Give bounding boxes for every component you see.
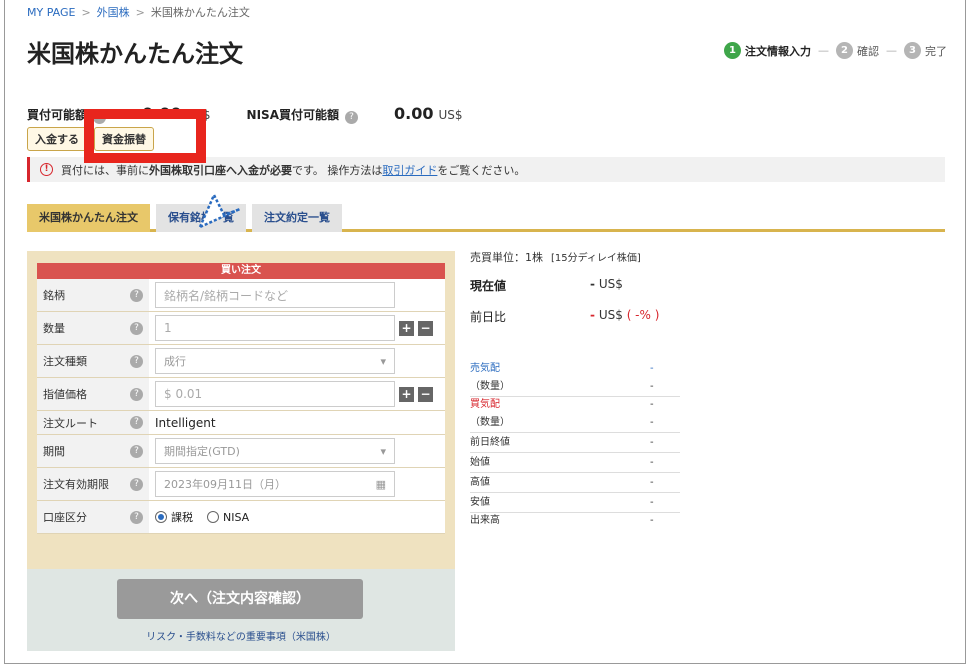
- help-icon[interactable]: ?: [130, 387, 143, 401]
- page-title: 米国株かんたん注文: [27, 40, 243, 68]
- change-unit: US$: [598, 308, 623, 322]
- taxable-radio[interactable]: [155, 511, 167, 523]
- nisa-buy-power-amount: 0.00: [394, 104, 434, 123]
- plus-icon[interactable]: +: [399, 386, 414, 402]
- route-value: Intelligent: [155, 415, 216, 430]
- quantity-row: 数量? 1 + −: [37, 312, 445, 345]
- chevron-down-icon: ▾: [380, 354, 386, 368]
- pointer-cursor-icon: [197, 192, 241, 230]
- step-1-number: 1: [724, 42, 741, 59]
- order-type-label: 注文種類: [43, 355, 87, 368]
- plus-icon[interactable]: +: [399, 320, 414, 336]
- board-row: （数量） -: [470, 377, 680, 397]
- quote-panel: 売買単位：1株 [15分ディレイ株価] 現在値 - US$ 前日比 - US$ (…: [470, 249, 680, 325]
- order-type-select[interactable]: 成行 ▾: [155, 348, 395, 374]
- notice-text: です。 操作方法は: [292, 163, 383, 177]
- period-value: 期間指定(GTD): [164, 445, 240, 458]
- board-row: 前日終値 -: [470, 433, 680, 453]
- change-percent: ( -% ): [626, 308, 660, 322]
- expiry-label: 注文有効期限: [43, 478, 109, 491]
- next-area: 次へ（注文内容確認） リスク・手数料などの重要事項（米国株）: [27, 569, 455, 651]
- account-type-label: 口座区分: [43, 511, 87, 524]
- help-icon[interactable]: ?: [130, 288, 143, 302]
- limit-price-label: 指値価格: [43, 388, 87, 401]
- deposit-button[interactable]: 入金する: [27, 127, 87, 151]
- expiry-value: 2023年09月11日（月）: [164, 478, 286, 491]
- annotation-highlight-box: [84, 109, 206, 163]
- trade-unit: 売買単位：1株: [470, 251, 543, 264]
- period-select[interactable]: 期間指定(GTD) ▾: [155, 438, 395, 464]
- step-3-number: 3: [904, 42, 921, 59]
- period-row: 期間? 期間指定(GTD) ▾: [37, 435, 445, 468]
- help-icon[interactable]: ?: [130, 444, 143, 458]
- breadcrumb-current: 米国株かんたん注文: [150, 6, 250, 19]
- period-label: 期間: [43, 445, 65, 458]
- breadcrumb: MY PAGE > 外国株 > 米国株かんたん注文: [27, 6, 250, 19]
- limit-price-input[interactable]: $ 0.01: [155, 381, 395, 407]
- tab-easy-order[interactable]: 米国株かんたん注文: [27, 204, 150, 232]
- board-row: （数量） -: [470, 413, 680, 433]
- tab-bar: 米国株かんたん注文 保有銘柄一覧 注文約定一覧: [27, 204, 945, 232]
- breadcrumb-mypage[interactable]: MY PAGE: [27, 6, 75, 19]
- current-price-dash: -: [590, 277, 595, 291]
- route-label: 注文ルート: [43, 416, 98, 430]
- taxable-label: 課税: [171, 511, 193, 524]
- account-type-row: 口座区分? 課税 NISA: [37, 501, 445, 534]
- minus-icon[interactable]: −: [418, 386, 433, 402]
- breadcrumb-foreign-stocks[interactable]: 外国株: [97, 6, 130, 19]
- notice-emphasis: 外国株取引口座へ入金が必要: [149, 163, 292, 177]
- alert-icon: !: [40, 163, 53, 176]
- current-price-unit: US$: [598, 277, 623, 291]
- tab-order-executions[interactable]: 注文約定一覧: [252, 204, 342, 232]
- help-icon[interactable]: ?: [130, 321, 143, 335]
- current-price-label: 現在値: [470, 279, 507, 293]
- next-confirm-button[interactable]: 次へ（注文内容確認）: [117, 579, 363, 619]
- board-row: 売気配 -: [470, 363, 654, 374]
- route-row: 注文ルート? Intelligent: [37, 411, 445, 435]
- step-1-label: 注文情報入力: [745, 44, 811, 58]
- step-2-label: 確認: [857, 44, 879, 58]
- minus-icon[interactable]: −: [418, 320, 433, 336]
- help-icon[interactable]: ?: [130, 510, 143, 524]
- chevron-down-icon: ▾: [380, 444, 386, 458]
- notice-text: をご覧ください。: [437, 163, 526, 177]
- change-dash: -: [590, 308, 595, 322]
- help-icon[interactable]: ?: [345, 111, 358, 124]
- progress-steps: 1 注文情報入力 — 2 確認 — 3 完了: [724, 42, 947, 59]
- quantity-input[interactable]: 1: [155, 315, 395, 341]
- risk-disclosure-link[interactable]: リスク・手数料などの重要事項（米国株）: [27, 628, 455, 643]
- help-icon[interactable]: ?: [130, 416, 143, 429]
- board-row: 始値 -: [470, 453, 680, 473]
- symbol-row: 銘柄? 銘柄名/銘柄コードなど: [37, 279, 445, 312]
- step-2-number: 2: [836, 42, 853, 59]
- nisa-radio[interactable]: [207, 511, 219, 523]
- change-label: 前日比: [470, 310, 507, 324]
- symbol-input[interactable]: 銘柄名/銘柄コードなど: [155, 282, 395, 308]
- step-3-label: 完了: [925, 44, 947, 58]
- help-icon[interactable]: ?: [130, 477, 143, 491]
- nisa-label: NISA: [223, 510, 250, 524]
- notice-text: 買付には、事前に: [61, 163, 149, 177]
- buy-power-label: 買付可能額: [27, 108, 88, 122]
- symbol-label: 銘柄: [43, 289, 65, 302]
- nisa-buy-power-label: NISA買付可能額: [246, 108, 339, 122]
- board-row: 出来高 -: [470, 515, 654, 526]
- delay-note: [15分ディレイ株価]: [551, 253, 641, 264]
- limit-price-row: 指値価格? $ 0.01 + −: [37, 378, 445, 411]
- order-type-row: 注文種類? 成行 ▾: [37, 345, 445, 378]
- quantity-label: 数量: [43, 322, 65, 335]
- calendar-icon[interactable]: ▦: [376, 478, 386, 491]
- trading-guide-link[interactable]: 取引ガイド: [382, 162, 437, 178]
- buy-order-header: 買い注文: [37, 263, 445, 279]
- board-row: 買気配 -: [470, 399, 654, 410]
- order-type-value: 成行: [164, 355, 186, 368]
- help-icon[interactable]: ?: [130, 354, 143, 368]
- quote-board: 売気配 - （数量） - 買気配 - （数量） - 前日終値 - 始値 - 高値 - 安値 - …: [470, 361, 680, 529]
- nisa-buy-power-unit: US$: [438, 108, 463, 122]
- buy-order-panel: 買い注文 銘柄? 銘柄名/銘柄コードなど 数量? 1 + − 注文種類? 成行 ▾ 指…: [27, 251, 455, 569]
- board-row: 高値 -: [470, 473, 680, 493]
- board-row: 安値 -: [470, 493, 680, 513]
- expiry-date-input[interactable]: 2023年09月11日（月） ▦: [155, 471, 395, 497]
- expiry-row: 注文有効期限? 2023年09月11日（月） ▦: [37, 468, 445, 501]
